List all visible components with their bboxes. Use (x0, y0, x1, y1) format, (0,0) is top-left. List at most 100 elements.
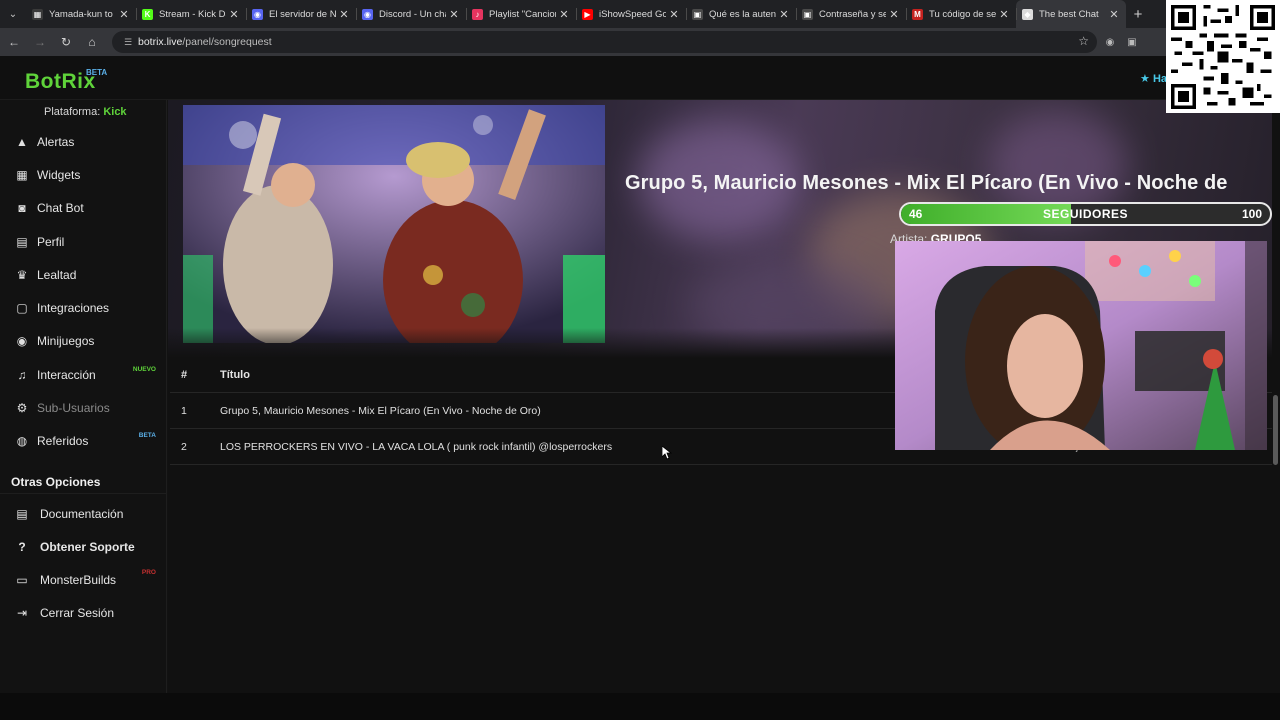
tab-close-icon[interactable]: ✕ (556, 8, 572, 21)
video-thumbnail[interactable] (183, 105, 605, 343)
grid-icon: ▦ (16, 168, 28, 182)
tab-title: Discord - Un chat para (379, 8, 446, 20)
new-tab-button[interactable]: + (1126, 6, 1150, 23)
site-info-icon[interactable]: ☰ (118, 37, 138, 48)
tab-title: Qué es la autenticación (709, 8, 776, 20)
id-card-icon: ▤ (16, 235, 28, 249)
forward-icon[interactable]: → (28, 35, 52, 49)
back-icon[interactable]: ← (2, 35, 26, 49)
mouse-cursor-icon (662, 446, 672, 460)
now-playing-title: Grupo 5, Mauricio Mesones - Mix El Pícar… (625, 172, 1228, 194)
tab-close-icon[interactable]: ✕ (1106, 8, 1122, 21)
book-icon: ▤ (16, 507, 28, 521)
option-cerrar-sesi-n[interactable]: ⇥ Cerrar Sesión (0, 598, 166, 628)
qr-code (1166, 0, 1280, 113)
tab-favicon-icon: K (142, 8, 153, 20)
option-label: Obtener Soporte (40, 540, 135, 554)
tab-title: The best Chat (1039, 8, 1099, 20)
sidebar-item-minijuegos[interactable]: ◉ Minijuegos (0, 326, 166, 356)
extension-icon[interactable]: ▣ (1123, 37, 1141, 48)
tab-favicon-icon: ▦ (32, 8, 43, 20)
tab-favicon-icon: ▣ (802, 8, 813, 20)
browser-tab[interactable]: M Tu código de seguridad✕ (906, 0, 1016, 28)
extension-icon[interactable]: ◉ (1101, 37, 1119, 48)
reload-icon[interactable]: ↻ (54, 35, 78, 49)
sidebar-item-perfil[interactable]: ▤ Perfil (0, 227, 166, 257)
option-label: MonsterBuilds (40, 573, 117, 587)
followers-target: 100 (1241, 207, 1262, 221)
tab-close-icon[interactable]: ✕ (336, 8, 352, 21)
tab-close-icon[interactable]: ✕ (226, 8, 242, 21)
robot-icon: ◙ (18, 201, 26, 215)
scrollbar-thumb[interactable] (1273, 395, 1278, 465)
sidebar-item-label: Alertas (37, 135, 75, 149)
browser-tab[interactable]: ◉ Discord - Un chat para✕ (356, 0, 466, 28)
row-number: 1 (181, 404, 187, 417)
tab-close-icon[interactable]: ✕ (776, 8, 792, 21)
beta-badge: BETA (86, 68, 108, 77)
browser-tab[interactable]: K Stream - Kick Dashboard✕ (136, 0, 246, 28)
sidebar-item-sub-usuarios[interactable]: ⚙ Sub-Usuarios (0, 393, 166, 423)
browser-tab-strip: ⌄ ▦Yamada-kun to Lv999✕KStream - Kick Da… (0, 0, 1280, 28)
tab-close-icon[interactable]: ✕ (666, 8, 682, 21)
question-circle-icon: ? (18, 540, 26, 554)
sidebar-item-interacci-n[interactable]: ♫ Interacción NUEVO (0, 360, 166, 390)
sidebar-item-label: Referidos (37, 434, 89, 448)
browser-tab[interactable]: ▶ iShowSpeed Goes✕ (576, 0, 686, 28)
home-icon[interactable]: ⌂ (80, 35, 104, 49)
sidebar-item-label: Integraciones (37, 301, 110, 315)
browser-tab[interactable]: ▣ Qué es la autenticación✕ (686, 0, 796, 28)
browser-tab[interactable]: ♪ Playlist "Canciones✕ (466, 0, 576, 28)
tab-close-icon[interactable]: ✕ (996, 8, 1012, 21)
tab-favicon-icon: ▶ (582, 8, 593, 20)
trophy-icon: ♛ (16, 268, 28, 282)
tab-title: iShowSpeed Goes (599, 8, 666, 20)
star-icon: ★ (1140, 73, 1150, 85)
option-label: Documentación (40, 507, 124, 521)
browser-toolbar: ← → ↻ ⌂ ☰ botrix.live/panel/songrequest … (0, 28, 1280, 56)
tab-close-icon[interactable]: ✕ (116, 8, 132, 21)
platform-indicator: Plataforma: Kick (44, 106, 127, 118)
header-link[interactable]: ★ Ha (1140, 72, 1167, 85)
section-title-otras-opciones: Otras Opciones (0, 470, 166, 494)
status-badge: BETA (138, 432, 156, 439)
url-host: botrix.live (138, 36, 183, 48)
tab-close-icon[interactable]: ✕ (886, 8, 902, 21)
option-documentaci-n[interactable]: ▤ Documentación (0, 499, 166, 529)
platform-label: Plataforma: (44, 106, 101, 118)
tab-title: Contraseña y seguridad (819, 8, 886, 20)
warning-icon: ▲ (16, 135, 28, 149)
bookmark-star-icon[interactable]: ☆ (1078, 34, 1089, 48)
sidebar-item-lealtad[interactable]: ♛ Lealtad (0, 260, 166, 290)
browser-tab[interactable]: ▦ Yamada-kun to Lv999✕ (26, 0, 136, 28)
option-monsterbuilds[interactable]: ▭ MonsterBuilds PRO (0, 565, 166, 595)
status-badge: NUEVO (132, 366, 156, 373)
browser-tab[interactable]: ◉ El servidor de Nick✕ (246, 0, 356, 28)
option-obtener-soporte[interactable]: ? Obtener Soporte (0, 532, 166, 562)
tab-favicon-icon: M (912, 8, 923, 20)
sidebar-item-integraciones[interactable]: ▢ Integraciones (0, 293, 166, 323)
address-bar[interactable]: ☰ botrix.live/panel/songrequest ☆ (112, 31, 1097, 53)
webcam-image (895, 241, 1267, 450)
sidebar-item-widgets[interactable]: ▦ Widgets (0, 160, 166, 190)
music-icon: ♫ (17, 368, 27, 382)
pro-badge: PRO (141, 569, 156, 576)
sidebar-item-chat-bot[interactable]: ◙ Chat Bot (0, 193, 166, 223)
tab-favicon-icon: ◆ (1022, 8, 1033, 20)
browser-tab[interactable]: ▣ Contraseña y seguridad✕ (796, 0, 906, 28)
tab-title: El servidor de Nick (269, 8, 336, 20)
qr-code-image (1171, 5, 1275, 109)
tab-close-icon[interactable]: ✕ (446, 8, 462, 21)
header-link-label: Ha (1152, 73, 1167, 85)
sidebar-item-alertas[interactable]: ▲ Alertas (0, 127, 166, 157)
tab-title: Yamada-kun to Lv999 (49, 8, 116, 20)
sidebar-item-label: Chat Bot (37, 201, 84, 215)
column-header-number: # (181, 369, 188, 381)
sidebar-item-referidos[interactable]: ◍ Referidos BETA (0, 426, 166, 456)
tab-search-icon[interactable]: ⌄ (0, 0, 26, 28)
sidebar-item-label: Widgets (37, 168, 81, 182)
sidebar-item-label: Interacción (37, 368, 96, 382)
sidebar-item-label: Perfil (37, 235, 65, 249)
option-label: Cerrar Sesión (40, 606, 115, 620)
browser-tab[interactable]: ◆ The best Chat ✕ (1016, 0, 1126, 28)
